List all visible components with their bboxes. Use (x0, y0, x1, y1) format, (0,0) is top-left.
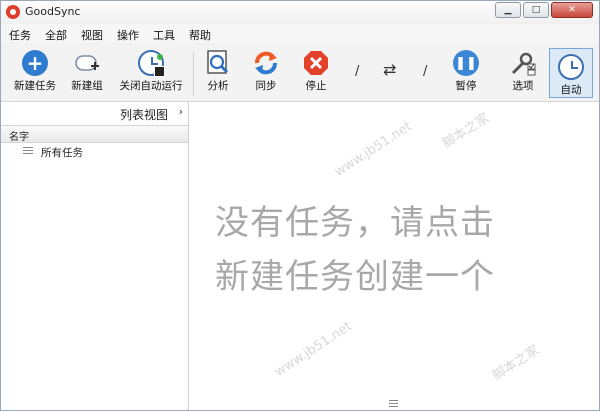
column-header-label: 名字 (9, 132, 29, 143)
menu-view[interactable]: 视图 (73, 24, 109, 43)
stop-x-icon (303, 50, 329, 76)
menu-bar: 任务 全部 视图 操作 工具 帮助 (1, 24, 599, 43)
empty-state-line-2: 新建任务创建一个 (215, 257, 495, 297)
new-job-button[interactable]: + 新建任务 (9, 46, 61, 93)
clock-icon (138, 50, 165, 77)
auto-label: 自动 (560, 84, 582, 96)
toolbar: + 新建任务 新建组 关闭自动运行 分析 同步 停止 / ⇄ / ❚❚ 暂停 选… (1, 44, 599, 102)
menu-tools[interactable]: 工具 (145, 24, 181, 43)
stop-label: 停止 (305, 80, 327, 92)
list-lines-icon (23, 147, 33, 156)
menu-all[interactable]: 全部 (37, 24, 73, 43)
toolbar-divider (193, 52, 194, 96)
watermark-cn: 脚本之家 (440, 110, 492, 152)
all-jobs-label: 所有任务 (41, 147, 83, 159)
job-list-panel: 列表视图 › 名字 所有任务 (1, 102, 189, 410)
menu-help[interactable]: 帮助 (181, 24, 217, 43)
sync-button[interactable]: 同步 (249, 46, 283, 93)
disable-auto-button[interactable]: 关闭自动运行 (115, 46, 187, 93)
pause-button[interactable]: ❚❚ 暂停 (449, 46, 483, 93)
goodsync-logo-icon (6, 5, 20, 19)
sync-label: 同步 (255, 80, 277, 92)
pause-label: 暂停 (455, 80, 477, 92)
options-button[interactable]: 选项 (506, 46, 540, 93)
new-group-label: 新建组 (71, 80, 103, 92)
sync-arrows-icon (253, 50, 279, 76)
empty-state-message: 没有任务，请点击 新建任务创建一个 (215, 196, 595, 304)
maximize-button[interactable]: □ (523, 2, 549, 18)
analyze-magnifier-icon (205, 50, 231, 76)
list-view-toggle[interactable]: 列表视图 › (1, 102, 188, 124)
app-window: GoodSync ▁ □ ✕ 任务 全部 视图 操作 工具 帮助 + 新建任务 (0, 0, 600, 411)
analyze-label: 分析 (207, 80, 229, 92)
swap-direction-icon[interactable]: ⇄ (383, 60, 396, 79)
watermark: www.jb51.net (272, 319, 355, 380)
new-group-icon (74, 50, 100, 76)
watermark: www.jb51.net (332, 119, 415, 180)
green-dot-icon (157, 54, 163, 60)
stop-square-icon (154, 66, 165, 77)
right-path-separator: / (423, 64, 428, 79)
watermark-cn: 脚本之家 (490, 342, 542, 384)
pause-icon: ❚❚ (453, 50, 479, 76)
left-path-separator: / (355, 64, 360, 79)
title-bar: GoodSync ▁ □ ✕ (1, 1, 599, 23)
new-group-button[interactable]: 新建组 (65, 46, 109, 93)
close-button[interactable]: ✕ (551, 2, 593, 18)
menu-action[interactable]: 操作 (109, 24, 145, 43)
minimize-button[interactable]: ▁ (495, 2, 521, 18)
options-label: 选项 (512, 80, 534, 92)
chevron-right-icon: › (178, 105, 183, 118)
new-job-label: 新建任务 (14, 80, 56, 92)
options-wrench-icon (510, 50, 536, 76)
auto-clock-icon (558, 54, 584, 80)
disable-auto-label: 关闭自动运行 (119, 80, 183, 92)
list-view-label: 列表视图 (119, 108, 168, 122)
window-title: GoodSync (25, 5, 81, 18)
empty-state-line-1: 没有任务，请点击 (215, 203, 495, 243)
stop-button[interactable]: 停止 (299, 46, 333, 93)
auto-button[interactable]: 自动 (549, 48, 593, 98)
analyze-button[interactable]: 分析 (201, 46, 235, 93)
plus-icon: + (22, 50, 48, 76)
menu-job[interactable]: 任务 (1, 24, 37, 43)
window-controls: ▁ □ ✕ (495, 2, 593, 18)
panel-resize-grip-icon[interactable] (389, 400, 398, 408)
main-content-area: www.jb51.net 脚本之家 www.jb51.net 脚本之家 没有任务… (189, 102, 599, 410)
column-header-name[interactable]: 名字 (1, 125, 188, 143)
